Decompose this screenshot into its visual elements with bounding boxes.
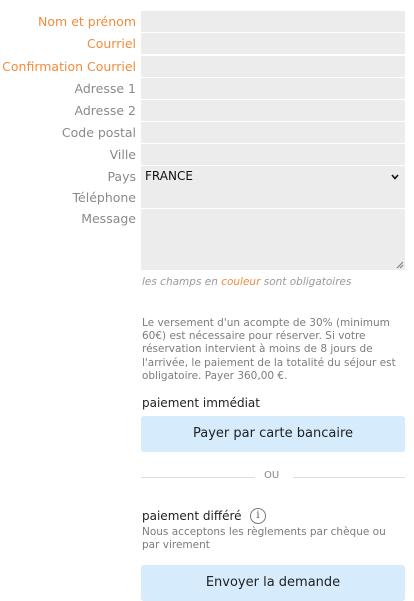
separator-line-left (141, 477, 255, 478)
phone-label: Téléphone (72, 190, 136, 205)
deferred-payment-description: Nous acceptons les règlements par chèque… (142, 526, 386, 551)
deposit-info-text: Le versement d'un acompte de 30% (minimu… (142, 317, 396, 382)
send-request-button[interactable]: Envoyer la demande (141, 565, 405, 601)
field-row-city: Ville (0, 144, 414, 166)
separator-line-right (293, 477, 405, 478)
field-row-address2: Adresse 2 (0, 100, 414, 122)
info-icon[interactable]: i (250, 508, 266, 524)
postcode-input[interactable] (141, 122, 405, 143)
country-selected-value: FRANCE (145, 169, 193, 183)
postcode-label: Code postal (61, 125, 136, 140)
field-row-email: Courriel (0, 33, 414, 55)
chevron-down-icon (391, 174, 399, 180)
email-input[interactable] (141, 33, 405, 54)
name-input[interactable] (141, 11, 405, 32)
field-row-address1: Adresse 1 (0, 78, 414, 100)
address2-label: Adresse 2 (74, 103, 136, 118)
required-note-suffix: sont obligatoires (260, 276, 352, 288)
address2-input[interactable] (141, 100, 405, 121)
field-row-email-confirm: Confirmation Courriel (0, 56, 414, 78)
deferred-payment-title: paiement différé (142, 509, 242, 523)
required-note-colored-word: couleur (221, 276, 261, 288)
name-label: Nom et prénom (38, 14, 136, 29)
city-input[interactable] (141, 144, 405, 165)
required-fields-note: les champs en couleur sont obligatoires (142, 276, 351, 288)
message-label: Message (81, 211, 136, 226)
field-row-country: Pays FRANCE (0, 166, 414, 188)
resize-grip-icon[interactable] (396, 261, 404, 269)
address1-input[interactable] (141, 78, 405, 99)
separator-or-text: OU (264, 470, 280, 481)
country-label: Pays (107, 169, 136, 184)
field-row-postcode: Code postal (0, 122, 414, 144)
message-textarea[interactable] (141, 209, 405, 270)
city-label: Ville (109, 147, 136, 162)
immediate-payment-title: paiement immédiat (142, 396, 260, 410)
email-confirm-input[interactable] (141, 56, 405, 77)
phone-input[interactable] (141, 187, 405, 208)
country-select[interactable]: FRANCE (141, 166, 405, 187)
address1-label: Adresse 1 (74, 81, 136, 96)
field-row-phone: Téléphone (0, 187, 414, 209)
field-row-name: Nom et prénom (0, 11, 414, 33)
email-label: Courriel (87, 36, 136, 51)
email-confirm-label: Confirmation Courriel (2, 59, 136, 74)
pay-by-card-button[interactable]: Payer par carte bancaire (141, 416, 405, 452)
required-note-prefix: les champs en (142, 276, 222, 288)
